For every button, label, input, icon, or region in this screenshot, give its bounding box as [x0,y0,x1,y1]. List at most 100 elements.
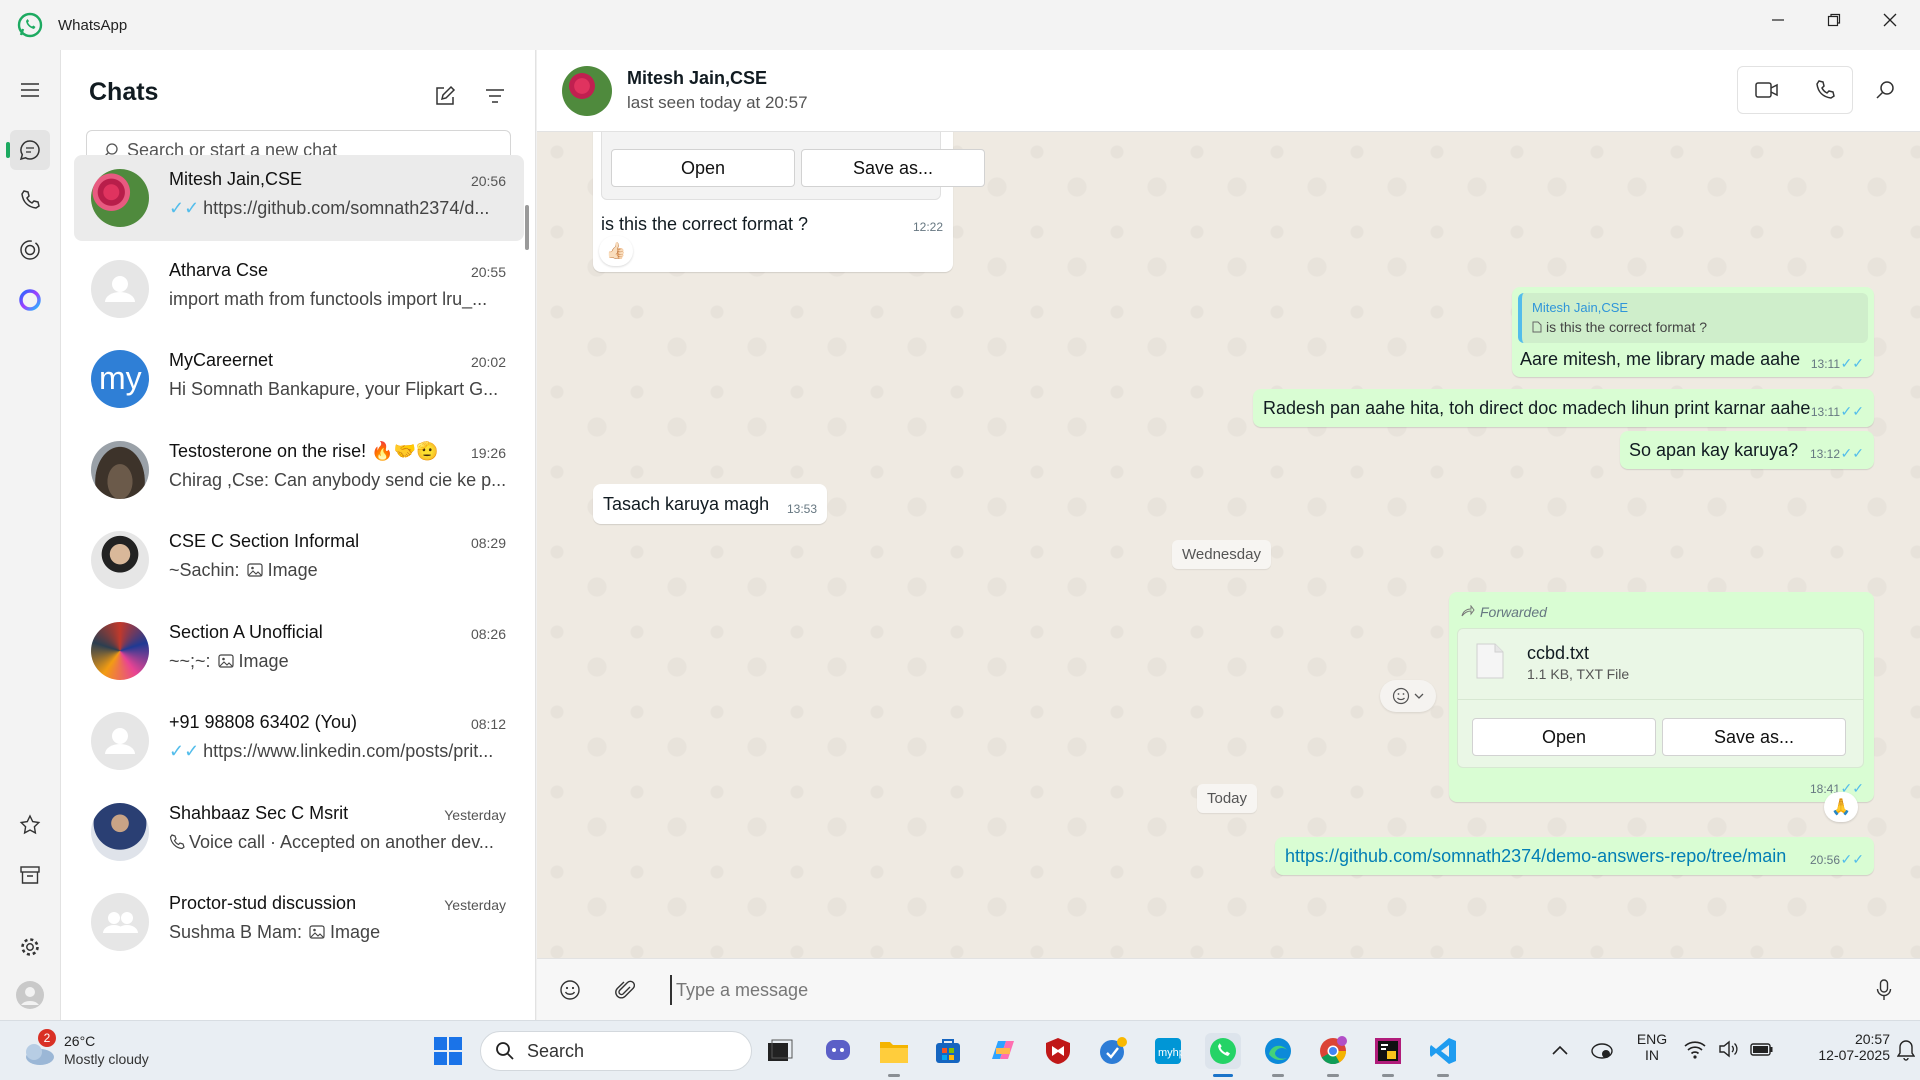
file-explorer-button[interactable] [876,1033,912,1077]
voice-call-button[interactable] [1807,74,1843,106]
contact-avatar[interactable] [562,66,612,116]
chat-preview: ✓✓ https://www.linkedin.com/posts/prit... [169,741,509,762]
avatar [91,169,149,227]
file-open-button[interactable]: Open [611,149,795,187]
message-bubble-outgoing[interactable]: Radesh pan aahe hita, toh direct doc mad… [1253,389,1874,427]
chat-list-scrollbar[interactable] [525,205,529,250]
image-icon [309,925,325,939]
whatsapp-icon [1210,1038,1236,1064]
tray-overflow-button[interactable] [1552,1043,1568,1061]
file-save-button[interactable]: Save as... [1662,718,1846,756]
edge-button[interactable] [1260,1033,1296,1077]
vscode-button[interactable] [1425,1033,1461,1077]
chat-preview: ✓✓ https://github.com/somnath2374/d... [169,198,509,219]
nav-calls[interactable] [10,180,50,220]
copilot-button[interactable] [985,1033,1021,1069]
new-chat-button[interactable] [427,78,463,114]
chat-list-item[interactable]: CSE C Section Informal 08:29 ~Sachin: Imag… [74,517,524,603]
task-view-button[interactable] [762,1033,798,1069]
chat-list-item[interactable]: +91 98808 63402 (You) 08:12 ✓✓ https://www.… [74,698,524,784]
message-link[interactable]: https://github.com/somnath2374/demo-answ… [1285,846,1786,867]
message-bubble-incoming[interactable]: Open Save as... is this the correct form… [593,132,985,272]
message-bubble-outgoing[interactable]: Mitesh Jain,CSE is this the correct form… [1512,287,1874,377]
language-indicator[interactable]: ENG IN [1630,1031,1674,1071]
star-icon [19,814,41,835]
video-call-button[interactable] [1749,74,1785,106]
close-icon [1883,13,1897,27]
avatar [91,893,149,951]
message-bubble-outgoing[interactable]: https://github.com/somnath2374/demo-answ… [1275,837,1874,875]
chat-list-item[interactable]: Atharva Cse 20:55 import math from functoo… [74,246,524,332]
chat-list-item[interactable]: Proctor-stud discussion Yesterday Sushma B… [74,879,524,965]
teams-button[interactable] [820,1033,856,1069]
updates-button[interactable] [1095,1033,1131,1069]
weather-widget[interactable]: 2 26°C Mostly cloudy [18,1029,178,1071]
attach-button[interactable] [608,973,642,1007]
chat-preview-text: ~Sachin: [169,560,245,580]
message-bubble-incoming[interactable]: Tasach karuya magh 13:53 [593,484,827,524]
nav-chats[interactable] [6,130,50,170]
chrome-button[interactable] [1315,1033,1351,1077]
chat-time: 20:02 [470,354,506,370]
chat-name: CSE C Section Informal [169,531,360,551]
nav-archived[interactable] [10,855,50,895]
message-input[interactable] [670,975,1770,1005]
store-button[interactable] [930,1033,966,1069]
nav-meta-ai[interactable] [10,280,50,320]
file-open-button[interactable]: Open [1472,718,1656,756]
whatsapp-taskbar-button[interactable] [1205,1033,1241,1077]
taskbar-search[interactable]: Search [480,1031,752,1071]
avatar [91,802,149,861]
ide-button[interactable] [1370,1033,1406,1077]
chat-list-item[interactable]: my MyCareernet 20:02 Hi Somnath Bankapure, … [74,336,524,422]
chat-list-item[interactable]: Mitesh Jain,CSE 20:56 ✓✓ https://github.com… [74,155,524,241]
notifications-button[interactable] [1896,1039,1916,1066]
minimize-button[interactable] [1750,0,1806,40]
conversation-header[interactable]: Mitesh Jain,CSE last seen today at 20:57 [537,50,1920,132]
folder-icon [880,1042,908,1063]
profile-button[interactable] [10,975,50,1015]
file-meta: 1.1 KB, TXT File [1527,666,1630,682]
mcafee-button[interactable] [1040,1033,1076,1069]
message-bubble-outgoing[interactable]: So apan kay karuya? 13:12 ✓✓ [1620,431,1874,469]
message-area[interactable]: Open Save as... is this the correct form… [537,132,1920,958]
myhp-button[interactable]: myhp [1150,1033,1186,1069]
date-separator: Wednesday [1172,540,1271,569]
read-ticks-icon: ✓✓ [1840,355,1864,371]
emoji-button[interactable] [553,973,587,1007]
edge-browser-icon [1265,1038,1291,1064]
search-in-chat-button[interactable] [1867,74,1903,106]
reaction-badge[interactable]: 🙏 [1824,792,1858,822]
close-button[interactable] [1862,0,1918,40]
nav-settings[interactable] [10,927,50,967]
tray-network-app-button[interactable] [1590,1039,1614,1066]
voice-message-button[interactable] [1867,973,1901,1007]
chat-preview-text: Voice call · Accepted on another dev... [189,831,494,852]
battery-icon [1750,1043,1773,1056]
taskbar: 2 26°C Mostly cloudy Search myhp ENG IN … [0,1020,1920,1080]
read-ticks-icon: ✓✓ [1840,851,1864,867]
chat-list-item[interactable]: Section A Unofficial 08:26 ~~;~: Image [74,608,524,694]
clock[interactable]: 20:57 12-07-2025 [1780,1031,1890,1071]
chat-name: +91 98808 63402 (You) [169,712,358,732]
quoted-message[interactable]: Mitesh Jain,CSE is this the correct form… [1518,293,1868,343]
file-save-button[interactable]: Save as... [801,149,985,187]
menu-button[interactable] [10,70,50,110]
nav-starred[interactable] [10,805,50,845]
clock-date: 12-07-2025 [1818,1047,1890,1063]
message-time: 13:11 [1810,357,1840,371]
quick-settings-button[interactable] [1684,1039,1774,1059]
reaction-badge[interactable]: 👍🏻 [599,236,633,266]
message-bubble-outgoing[interactable]: Forwarded ccbd.txt 1.1 KB, TXT File Open… [1449,592,1874,802]
store-icon [936,1039,960,1063]
restore-button[interactable] [1806,0,1862,40]
filter-button[interactable] [477,78,513,114]
react-button[interactable] [1380,680,1436,712]
nav-status[interactable] [10,230,50,270]
message-time: 13:53 [786,502,817,516]
start-button[interactable] [430,1033,466,1069]
search-icon [1876,81,1894,99]
chat-list-item[interactable]: Shahbaaz Sec C Msrit Yesterday Voice call … [74,789,524,875]
task-view-icon [768,1039,793,1061]
chat-list-item[interactable]: Testosterone on the rise! 🔥🤝🫡 19:26 Chirag… [74,427,524,513]
